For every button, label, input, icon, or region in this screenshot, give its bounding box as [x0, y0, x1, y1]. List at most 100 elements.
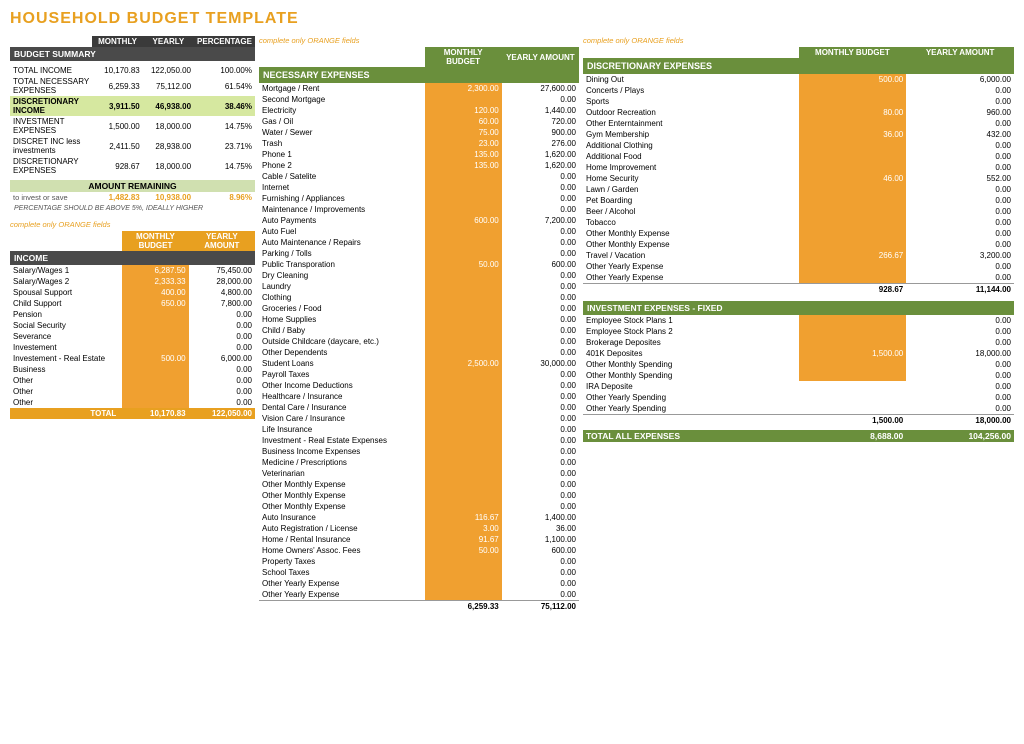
nec-row-monthly-13[interactable] — [425, 226, 502, 237]
disc-row-monthly-12[interactable] — [799, 206, 907, 217]
nec-row-monthly-2[interactable]: 120.00 — [425, 105, 502, 116]
income-row-monthly-9[interactable] — [122, 364, 188, 375]
nec-row-monthly-43[interactable] — [425, 556, 502, 567]
total-all-monthly: 8,688.00 — [799, 430, 907, 442]
nec-row-monthly-10[interactable] — [425, 193, 502, 204]
nec-row-monthly-19[interactable] — [425, 292, 502, 303]
nec-row-monthly-25[interactable]: 2,500.00 — [425, 358, 502, 369]
nec-row-monthly-36[interactable] — [425, 479, 502, 490]
nec-row-monthly-26[interactable] — [425, 369, 502, 380]
nec-row-monthly-8[interactable] — [425, 171, 502, 182]
nec-row-monthly-12[interactable]: 600.00 — [425, 215, 502, 226]
disc-row-monthly-5[interactable]: 36.00 — [799, 129, 907, 140]
disc-row-monthly-16[interactable]: 266.67 — [799, 250, 907, 261]
disc-row-monthly-6[interactable] — [799, 140, 907, 151]
nec-row-yearly-12: 7,200.00 — [502, 215, 579, 226]
nec-row-monthly-9[interactable] — [425, 182, 502, 193]
disc-row-monthly-11[interactable] — [799, 195, 907, 206]
remaining-yearly: 10,938.00 — [143, 192, 194, 203]
summary-pct-header: PERCENTAGE — [194, 36, 255, 47]
disc-row-yearly-16: 3,200.00 — [906, 250, 1014, 261]
disc-row-monthly-13[interactable] — [799, 217, 907, 228]
nec-row-monthly-37[interactable] — [425, 490, 502, 501]
nec-row-monthly-42[interactable]: 50.00 — [425, 545, 502, 556]
nec-row-monthly-21[interactable] — [425, 314, 502, 325]
nec-row-monthly-6[interactable]: 135.00 — [425, 149, 502, 160]
nec-row-monthly-5[interactable]: 23.00 — [425, 138, 502, 149]
nec-row-monthly-33[interactable] — [425, 446, 502, 457]
income-row-monthly-3[interactable]: 650.00 — [122, 298, 188, 309]
nec-row-monthly-1[interactable] — [425, 94, 502, 105]
nec-row-monthly-4[interactable]: 75.00 — [425, 127, 502, 138]
nec-row-monthly-45[interactable] — [425, 578, 502, 589]
income-row-monthly-4[interactable] — [122, 309, 188, 320]
nec-row-monthly-20[interactable] — [425, 303, 502, 314]
disc-row-monthly-1[interactable] — [799, 85, 907, 96]
income-row-label-3: Child Support — [10, 298, 122, 309]
disc-row-yearly-14: 0.00 — [906, 228, 1014, 239]
nec-row-monthly-29[interactable] — [425, 402, 502, 413]
income-row-monthly-0[interactable]: 6,287.50 — [122, 265, 188, 276]
nec-row-monthly-30[interactable] — [425, 413, 502, 424]
remaining-pct: 8.96% — [194, 192, 255, 203]
disc-row-monthly-7[interactable] — [799, 151, 907, 162]
invest-exp-label: INVESTMENT EXPENSES — [10, 116, 92, 136]
nec-row-monthly-40[interactable]: 3.00 — [425, 523, 502, 534]
nec-row-monthly-27[interactable] — [425, 380, 502, 391]
nec-row-monthly-16[interactable]: 50.00 — [425, 259, 502, 270]
disc-row-monthly-14[interactable] — [799, 228, 907, 239]
income-row-yearly-3: 7,800.00 — [189, 298, 255, 309]
income-row-monthly-8[interactable]: 500.00 — [122, 353, 188, 364]
nec-row-yearly-26: 0.00 — [502, 369, 579, 380]
nec-row-monthly-11[interactable] — [425, 204, 502, 215]
inv-row-monthly-0[interactable] — [799, 315, 907, 326]
nec-row-monthly-39[interactable]: 116.67 — [425, 512, 502, 523]
disc-row-monthly-2[interactable] — [799, 96, 907, 107]
income-row-yearly-10: 0.00 — [189, 375, 255, 386]
income-row-monthly-10[interactable] — [122, 375, 188, 386]
nec-row-monthly-24[interactable] — [425, 347, 502, 358]
income-row-monthly-12[interactable] — [122, 397, 188, 408]
nec-row-monthly-46[interactable] — [425, 589, 502, 601]
nec-row-label-32: Investment - Real Estate Expenses — [259, 435, 425, 446]
income-section: complete only ORANGE fields MONTHLY BUDG… — [10, 220, 255, 419]
nec-row-monthly-44[interactable] — [425, 567, 502, 578]
disc-row-monthly-9[interactable]: 46.00 — [799, 173, 907, 184]
inv-row-monthly-4[interactable] — [799, 359, 907, 370]
disc-row-monthly-3[interactable]: 80.00 — [799, 107, 907, 118]
disc-row-monthly-8[interactable] — [799, 162, 907, 173]
nec-row-monthly-15[interactable] — [425, 248, 502, 259]
nec-row-monthly-14[interactable] — [425, 237, 502, 248]
disc-row-monthly-15[interactable] — [799, 239, 907, 250]
income-row-monthly-1[interactable]: 2,333.33 — [122, 276, 188, 287]
nec-row-monthly-35[interactable] — [425, 468, 502, 479]
inv-row-monthly-2[interactable] — [799, 337, 907, 348]
nec-row-monthly-34[interactable] — [425, 457, 502, 468]
nec-row-monthly-23[interactable] — [425, 336, 502, 347]
nec-row-monthly-22[interactable] — [425, 325, 502, 336]
income-row-monthly-7[interactable] — [122, 342, 188, 353]
nec-row-monthly-0[interactable]: 2,300.00 — [425, 83, 502, 94]
disc-row-monthly-10[interactable] — [799, 184, 907, 195]
income-row-monthly-6[interactable] — [122, 331, 188, 342]
income-row-monthly-2[interactable]: 400.00 — [122, 287, 188, 298]
inv-row-monthly-1[interactable] — [799, 326, 907, 337]
nec-row-monthly-17[interactable] — [425, 270, 502, 281]
nec-row-monthly-7[interactable]: 135.00 — [425, 160, 502, 171]
disc-row-monthly-4[interactable] — [799, 118, 907, 129]
nec-row-monthly-3[interactable]: 60.00 — [425, 116, 502, 127]
nec-row-monthly-18[interactable] — [425, 281, 502, 292]
inv-row-monthly-3[interactable]: 1,500.00 — [799, 348, 907, 359]
income-yearly-header: YEARLY AMOUNT — [189, 231, 255, 251]
income-row-monthly-5[interactable] — [122, 320, 188, 331]
nec-row-monthly-28[interactable] — [425, 391, 502, 402]
nec-row-monthly-38[interactable] — [425, 501, 502, 512]
income-row-monthly-11[interactable] — [122, 386, 188, 397]
nec-row-monthly-32[interactable] — [425, 435, 502, 446]
disc-row-monthly-18[interactable] — [799, 272, 907, 284]
nec-row-monthly-41[interactable]: 91.67 — [425, 534, 502, 545]
inv-row-monthly-5[interactable] — [799, 370, 907, 381]
disc-row-monthly-17[interactable] — [799, 261, 907, 272]
nec-row-monthly-31[interactable] — [425, 424, 502, 435]
disc-row-monthly-0[interactable]: 500.00 — [799, 74, 907, 85]
